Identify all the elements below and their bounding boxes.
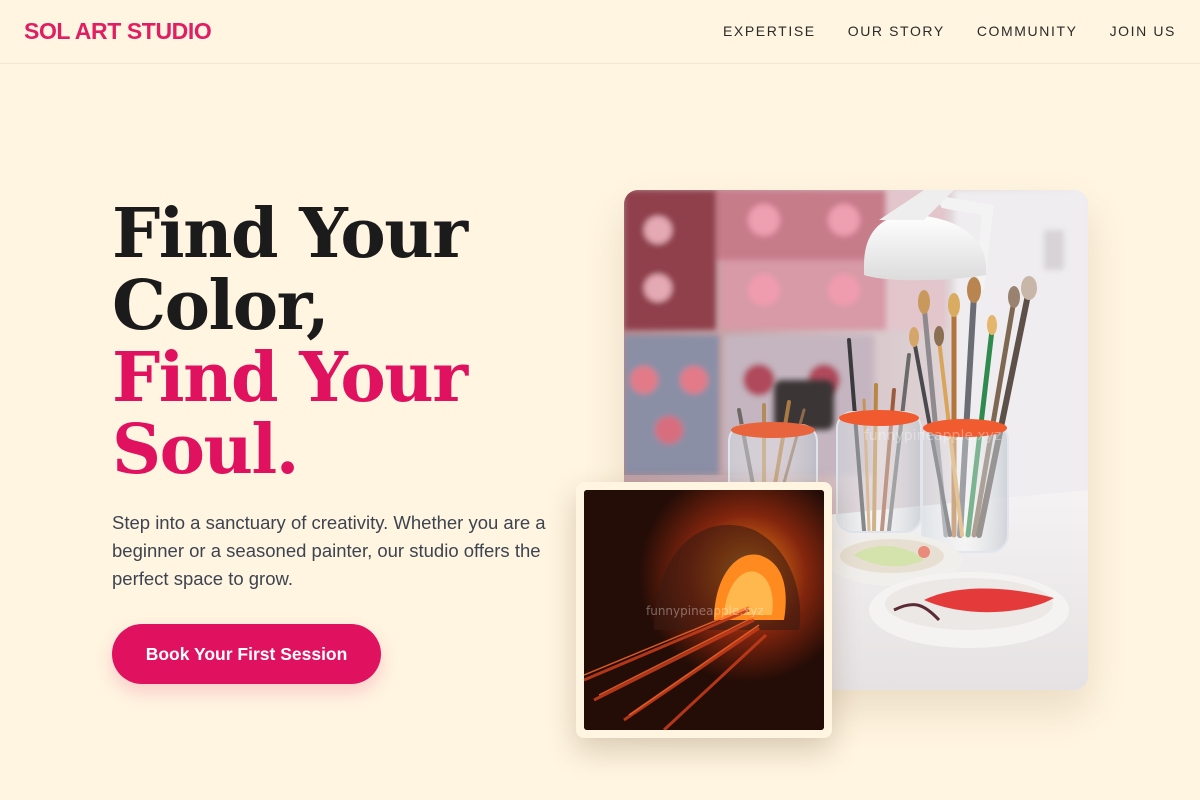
watermark-text: funnypineapple.xyz <box>864 428 1001 444</box>
headline-line-4: Soul. <box>112 410 299 490</box>
nav-link-expertise[interactable]: EXPERTISE <box>723 23 816 39</box>
brand-logo[interactable]: SOL ART STUDIO <box>24 18 212 45</box>
kiln-fire-photo: funnypineapple.xyz <box>584 490 824 730</box>
book-session-button[interactable]: Book Your First Session <box>112 624 381 684</box>
hero-headline: Find Your Color, Find Your Soul. <box>112 194 468 490</box>
nav-link-join-us[interactable]: JOIN US <box>1110 23 1176 39</box>
watermark-text-small: funnypineapple.xyz <box>646 604 764 618</box>
hero-description: Step into a sanctuary of creativity. Whe… <box>112 512 546 589</box>
main-nav: EXPERTISE OUR STORY COMMUNITY JOIN US <box>723 23 1176 39</box>
headline-line-3: Find Your <box>112 338 468 418</box>
nav-link-community[interactable]: COMMUNITY <box>977 23 1078 39</box>
site-header: SOL ART STUDIO EXPERTISE OUR STORY COMMU… <box>0 0 1200 64</box>
kiln-photo-card: funnypineapple.xyz <box>576 482 832 738</box>
headline-line-2: Color, <box>112 266 330 346</box>
nav-link-our-story[interactable]: OUR STORY <box>848 23 945 39</box>
headline-line-1: Find Your <box>112 194 468 274</box>
